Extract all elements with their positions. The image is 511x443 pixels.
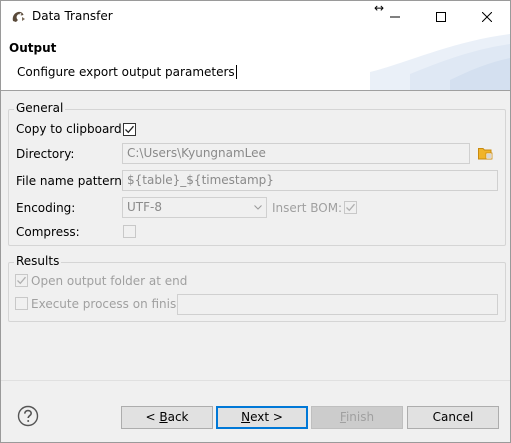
directory-label: Directory: [16,147,75,161]
finish-label: inish [345,410,375,424]
open-output-folder-checkbox[interactable] [15,274,28,287]
data-transfer-dialog: Data Transfer ↔ Output Configure export … [0,0,511,443]
checkmark-icon [17,276,26,285]
header-separator [1,90,510,91]
page-description: Configure export output parameters [17,65,237,79]
compress-checkbox[interactable] [123,225,136,238]
close-button[interactable] [464,1,510,32]
page-title: Output [9,41,57,55]
directory-input[interactable]: C:\Users\KyungnamLee [122,143,470,164]
finish-button[interactable]: Finish [311,406,403,429]
checkmark-icon [346,203,355,212]
encoding-combo[interactable]: UTF-8 [122,197,267,218]
back-mnemonic: B [159,410,168,424]
cancel-button[interactable]: Cancel [407,406,499,429]
maximize-button[interactable] [418,1,464,32]
folder-icon[interactable] [478,147,493,160]
minimize-icon [390,16,400,17]
results-group-legend: Results [14,254,62,268]
next-button[interactable]: Next > [216,406,308,429]
next-mnemonic: N [241,410,251,424]
copy-to-clipboard-checkbox[interactable] [123,123,136,136]
execute-process-command-input[interactable] [177,294,498,315]
page-description-text: Configure export output parameters [17,65,235,79]
insert-bom-label: Insert BOM: [272,201,343,215]
banner-decoration [370,34,510,90]
encoding-label: Encoding: [16,201,76,215]
close-icon [482,11,492,22]
help-icon[interactable] [17,405,39,427]
maximize-icon [436,11,446,22]
encoding-value: UTF-8 [127,200,162,214]
copy-to-clipboard-label: Copy to clipboard: [16,122,126,136]
file-name-pattern-label: File name pattern: [16,174,126,188]
file-name-pattern-input[interactable]: ${table}_${timestamp} [122,170,498,191]
execute-process-checkbox[interactable] [15,297,28,310]
open-output-folder-label: Open output folder at end [31,274,188,288]
wizard-header: Output Configure export output parameter… [1,32,510,90]
general-group-legend: General [14,101,66,115]
chevron-down-icon [254,205,262,210]
checkmark-icon [125,125,134,134]
footer-separator [1,380,510,381]
execute-process-label: Execute process on finish [31,297,184,311]
minimize-button[interactable] [372,1,418,32]
dbeaver-app-icon [12,11,25,22]
window-title: Data Transfer [32,9,113,23]
insert-bom-checkbox[interactable] [344,201,357,214]
back-button[interactable]: < Back [121,406,213,429]
back-label: ack [167,410,189,424]
next-label: ext > [250,410,283,424]
compress-label: Compress: [16,225,80,239]
text-caret [235,65,237,79]
back-prefix: < [145,410,160,424]
title-bar[interactable]: Data Transfer ↔ [1,1,510,32]
